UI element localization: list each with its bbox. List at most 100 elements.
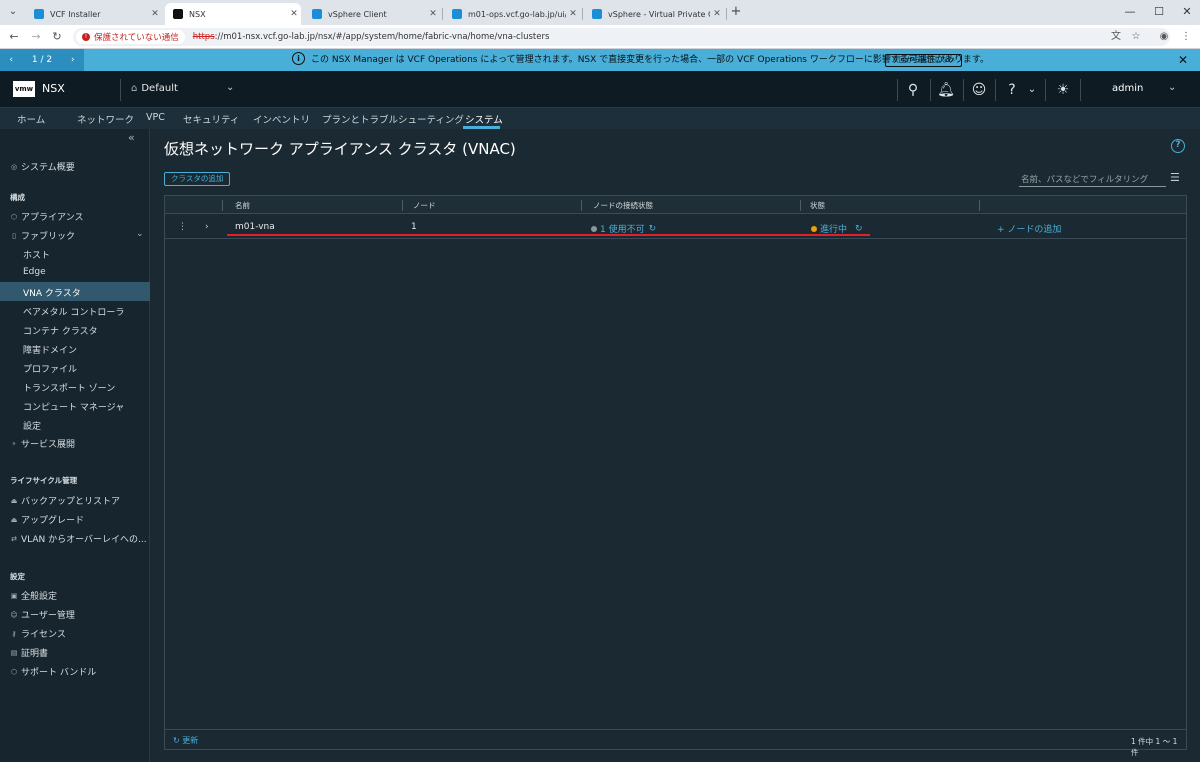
help-icon[interactable]: ?: [1002, 80, 1022, 100]
close-tab-icon[interactable]: ✕: [426, 9, 440, 19]
sidebar-item-edge[interactable]: Edge: [23, 267, 46, 277]
reload-icon[interactable]: ↻: [50, 30, 64, 44]
sidebar-item-certificates[interactable]: ▤ 証明書: [10, 646, 48, 660]
filter-icon[interactable]: ☰: [1170, 172, 1180, 183]
url-field[interactable]: ! 保護されていない通信 https ://m01-nsx.vcf.go-lab…: [73, 28, 1170, 46]
app-name: NSX: [42, 82, 65, 95]
sidebar-item-compute-manager[interactable]: コンピュート マネージャ: [23, 400, 124, 413]
sidebar: « ◎ システム概要 構成 ⬡ アプライアンス ▯ ファブリック ⌄ ホスト Edge…: [0, 129, 150, 762]
refresh-icon[interactable]: ↻: [855, 224, 863, 234]
feedback-smiley-icon[interactable]: ☺: [969, 80, 989, 100]
nav-security[interactable]: セキュリティ: [183, 112, 239, 126]
minimize-icon[interactable]: —: [1120, 5, 1140, 18]
refresh-icon: ↻: [173, 736, 180, 745]
add-cluster-button[interactable]: クラスタの追加: [164, 172, 231, 186]
banner-close-icon[interactable]: ✕: [1178, 53, 1188, 67]
column-divider[interactable]: [402, 200, 403, 211]
tab-search-icon[interactable]: ⌄: [6, 5, 20, 19]
nav-inventory[interactable]: インベントリ: [253, 112, 310, 126]
sidebar-item-user-management[interactable]: ☺ ユーザー管理: [10, 608, 74, 622]
help-chevron-down-icon[interactable]: ⌄: [1022, 80, 1042, 100]
close-tab-icon[interactable]: ✕: [148, 9, 162, 19]
collapse-sidebar-icon[interactable]: «: [128, 131, 135, 144]
banner-prev-icon[interactable]: ‹: [9, 55, 13, 65]
sidebar-item-licenses[interactable]: ⚷ ライセンス: [10, 627, 65, 641]
expand-row-icon[interactable]: ›: [205, 222, 209, 232]
sidebar-item-appliances[interactable]: ⬡ アプライアンス: [10, 210, 84, 224]
column-divider[interactable]: [800, 200, 801, 211]
security-indicator[interactable]: ! 保護されていない通信: [76, 30, 185, 44]
browser-tab-vsphere-vpc[interactable]: vSphere - Virtual Private Cloud ✕: [584, 3, 724, 25]
browser-tab-vcf-installer[interactable]: VCF Installer ✕: [26, 3, 162, 25]
forward-icon[interactable]: →: [29, 30, 43, 44]
column-divider[interactable]: [979, 200, 980, 211]
browser-tab-vsphere-client[interactable]: vSphere Client ✕: [304, 3, 440, 25]
grid-header: 名前 ノード ノードの接続状態 状態: [165, 196, 1186, 214]
refresh-button[interactable]: ↻ 更新: [173, 735, 198, 746]
column-divider[interactable]: [581, 200, 582, 211]
row-actions-icon[interactable]: ⋮: [178, 222, 187, 232]
profile-icon[interactable]: ◉: [1158, 31, 1170, 43]
vmware-favicon-icon: [34, 9, 44, 19]
browser-tab-ops-login[interactable]: m01-ops.vcf.go-lab.jp/ui/login ✕: [444, 3, 580, 25]
warning-icon: !: [82, 33, 90, 41]
sidebar-item-transport-zones[interactable]: トランスポート ゾーン: [23, 381, 115, 394]
bookmark-star-icon[interactable]: ☆: [1130, 31, 1142, 43]
table-row[interactable]: ⋮ › m01-vna 1 1 使用不可 ↻ 進行中 ↻ + ノードの追加: [165, 215, 1186, 239]
sidebar-item-profiles[interactable]: プロファイル: [23, 362, 77, 375]
close-tab-icon[interactable]: ✕: [710, 9, 724, 19]
main-nav: ホーム ネットワーク VPC セキュリティ インベントリ プランとトラブルシュー…: [0, 108, 1200, 129]
sidebar-item-overview[interactable]: ◎ システム概要: [10, 160, 75, 174]
nav-home[interactable]: ホーム: [17, 112, 45, 126]
translate-icon[interactable]: 文: [1110, 31, 1122, 43]
notifications-bell-icon[interactable]: 🔔︎: [936, 80, 956, 100]
filter-input[interactable]: 名前、パスなどでフィルタリング: [1019, 171, 1166, 187]
fabric-chevron-down-icon[interactable]: ⌄: [136, 229, 144, 239]
sidebar-item-support-bundle[interactable]: ⬡ サポート バンドル: [10, 665, 96, 679]
appliance-icon: ⬡: [10, 212, 18, 221]
maximize-icon[interactable]: ☐: [1149, 5, 1169, 18]
theme-sun-icon[interactable]: ☀: [1053, 80, 1073, 100]
column-header-name[interactable]: 名前: [235, 200, 250, 211]
sidebar-item-general-settings[interactable]: ▣ 全般設定: [10, 589, 57, 603]
back-icon[interactable]: ←: [7, 30, 21, 44]
nav-networking[interactable]: ネットワーク: [77, 112, 134, 126]
refresh-icon[interactable]: ↻: [649, 224, 657, 234]
user-menu[interactable]: admin: [1112, 83, 1143, 94]
sidebar-item-failure-domain[interactable]: 障害ドメイン: [23, 343, 77, 356]
new-tab-button[interactable]: +: [729, 5, 743, 19]
sidebar-item-container-cluster[interactable]: コンテナ クラスタ: [23, 324, 98, 337]
close-tab-icon[interactable]: ✕: [566, 9, 580, 19]
sidebar-item-vlan-overlay[interactable]: ⇄ VLAN からオーバーレイへの...: [10, 532, 147, 546]
page-help-icon[interactable]: ?: [1171, 139, 1185, 153]
sidebar-item-hosts[interactable]: ホスト: [23, 248, 50, 261]
search-icon[interactable]: ⚲: [903, 80, 923, 100]
sidebar-item-backup-restore[interactable]: ⏏ バックアップとリストア: [10, 494, 120, 508]
column-header-connection[interactable]: ノードの接続状態: [593, 200, 653, 211]
add-node-link[interactable]: + ノードの追加: [997, 222, 1061, 235]
sidebar-item-bare-metal[interactable]: ベアメタル コントローラ: [23, 305, 124, 318]
chevron-down-icon[interactable]: ⌄: [226, 82, 234, 93]
sidebar-item-fabric-settings[interactable]: 設定: [23, 419, 41, 432]
nav-vpc[interactable]: VPC: [146, 112, 165, 123]
close-tab-icon[interactable]: ✕: [287, 9, 301, 19]
browser-menu-icon[interactable]: ⋮: [1180, 31, 1192, 43]
chevron-down-icon[interactable]: ⌄: [1168, 82, 1176, 93]
sidebar-section-config: 構成: [10, 193, 25, 202]
project-selector[interactable]: ⌂ Default: [131, 83, 178, 94]
column-header-status[interactable]: 状態: [810, 200, 825, 211]
banner-next-icon[interactable]: ›: [71, 55, 75, 65]
sidebar-item-vna-cluster[interactable]: VNA クラスタ: [23, 286, 81, 299]
cluster-name[interactable]: m01-vna: [235, 222, 275, 232]
vnac-datagrid: 名前 ノード ノードの接続状態 状態 ⋮ › m01-vna 1 1 使用不可 …: [164, 195, 1187, 757]
nav-system[interactable]: システム: [465, 112, 503, 126]
column-header-nodes[interactable]: ノード: [413, 200, 436, 211]
nav-plan-troubleshoot[interactable]: プランとトラブルシューティング: [322, 112, 464, 126]
browser-tab-nsx[interactable]: NSX ✕: [165, 3, 301, 25]
dont-show-again-button[interactable]: 次回から表示しない: [885, 54, 962, 67]
sidebar-item-upgrade[interactable]: ⏏ アップグレード: [10, 513, 84, 527]
close-window-icon[interactable]: ✕: [1177, 5, 1197, 18]
sidebar-item-service-deploy[interactable]: ⚬ サービス展開: [10, 437, 75, 451]
sidebar-item-fabric[interactable]: ▯ ファブリック: [10, 229, 75, 243]
users-icon: ☺: [10, 610, 18, 619]
